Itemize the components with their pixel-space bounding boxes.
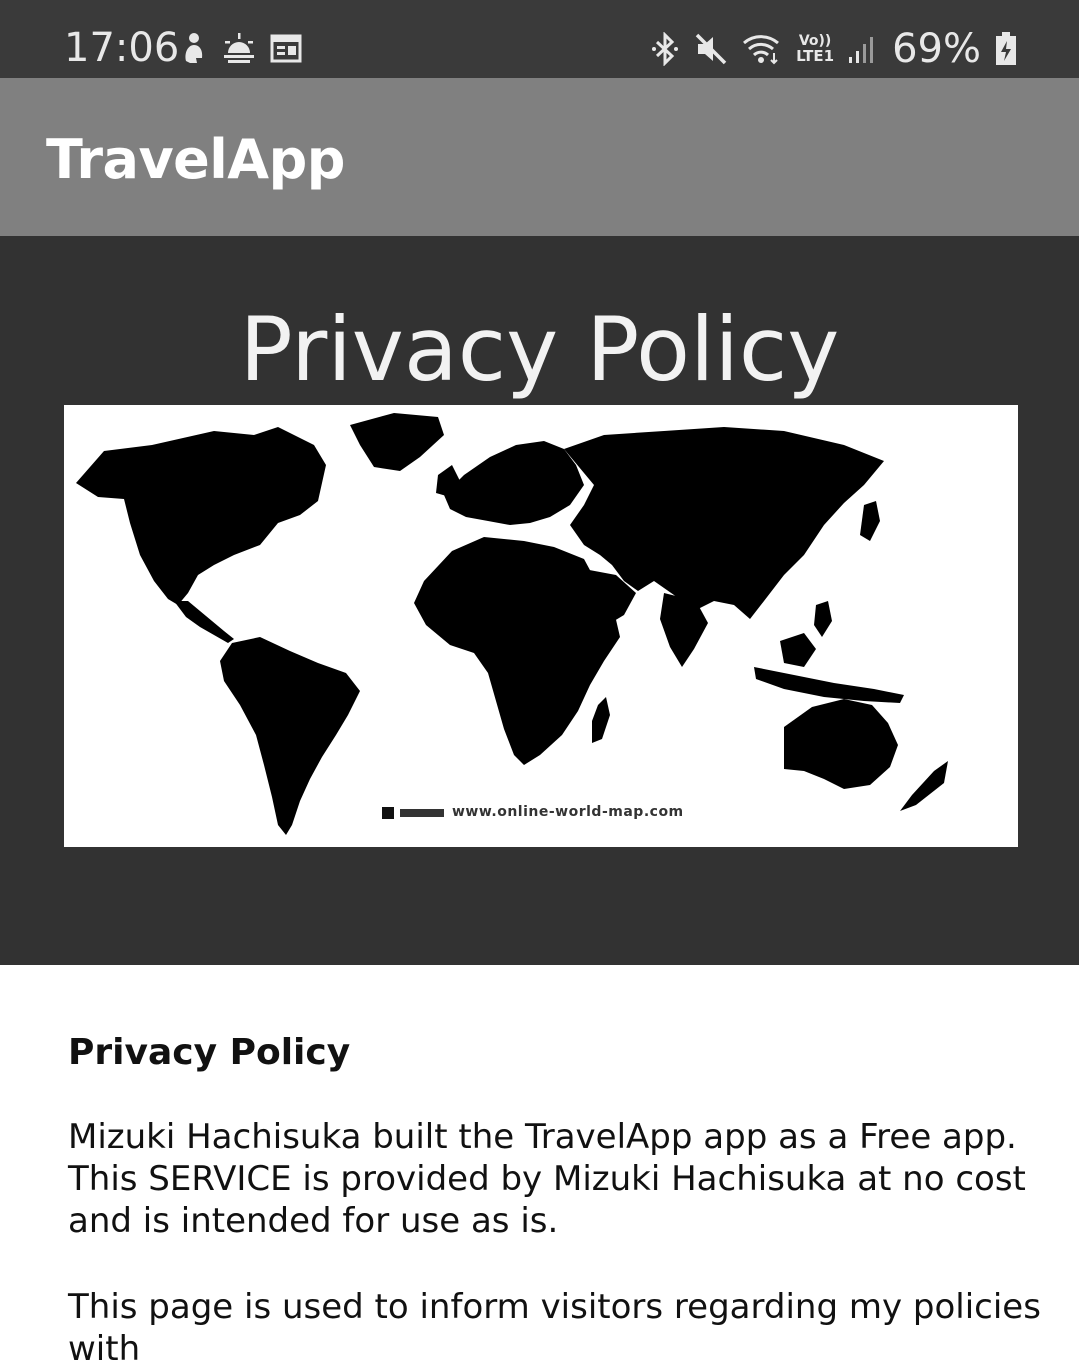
map-indonesia — [754, 667, 904, 703]
status-time: 17:06 — [64, 25, 180, 71]
volte-label-bottom: LTE1 — [796, 47, 835, 65]
map-new-zealand — [900, 761, 948, 811]
signal-icon — [848, 33, 878, 65]
notification-icon — [178, 31, 208, 65]
volte-icon: Vo)) LTE1 — [796, 34, 834, 64]
map-south-america — [220, 637, 360, 835]
hero-title: Privacy Policy — [239, 298, 840, 401]
policy-heading: Privacy Policy — [68, 1032, 351, 1073]
map-caption-year — [400, 809, 444, 817]
map-madagascar — [592, 697, 610, 743]
map-caption: www.online-world-map.com — [452, 804, 684, 820]
status-bar: 17:06 Vo)) LTE1 69% — [0, 0, 1079, 78]
weather-icon — [222, 33, 256, 63]
world-map-image: www.online-world-map.com — [64, 405, 1018, 847]
map-australia — [784, 699, 898, 789]
policy-content: Privacy Policy Mizuki Hachisuka built th… — [68, 1030, 1058, 1370]
battery-percent: 69% — [892, 26, 981, 72]
policy-paragraph: Mizuki Hachisuka built the TravelApp app… — [68, 1117, 1026, 1241]
map-japan — [860, 501, 880, 541]
map-greenland — [350, 413, 444, 471]
status-left-icons — [178, 30, 302, 66]
status-right-icons: Vo)) LTE1 69% — [650, 24, 1017, 74]
battery-icon — [995, 32, 1017, 66]
map-europe — [444, 441, 584, 525]
wifi-icon — [742, 33, 782, 65]
hero-section: Privacy Policy www.online-world-map.com — [0, 236, 1079, 965]
policy-paragraph: This page is used to inform visitors reg… — [68, 1287, 1041, 1369]
map-caption-mark — [382, 807, 394, 819]
map-central-america — [174, 601, 234, 643]
bluetooth-icon — [650, 32, 680, 66]
app-title: TravelApp — [46, 128, 345, 191]
map-north-america — [76, 427, 326, 605]
map-borneo — [780, 633, 816, 667]
calendar-icon — [270, 33, 302, 63]
mute-icon — [694, 32, 728, 66]
map-philippines — [814, 601, 832, 637]
app-bar: TravelApp — [0, 78, 1079, 236]
